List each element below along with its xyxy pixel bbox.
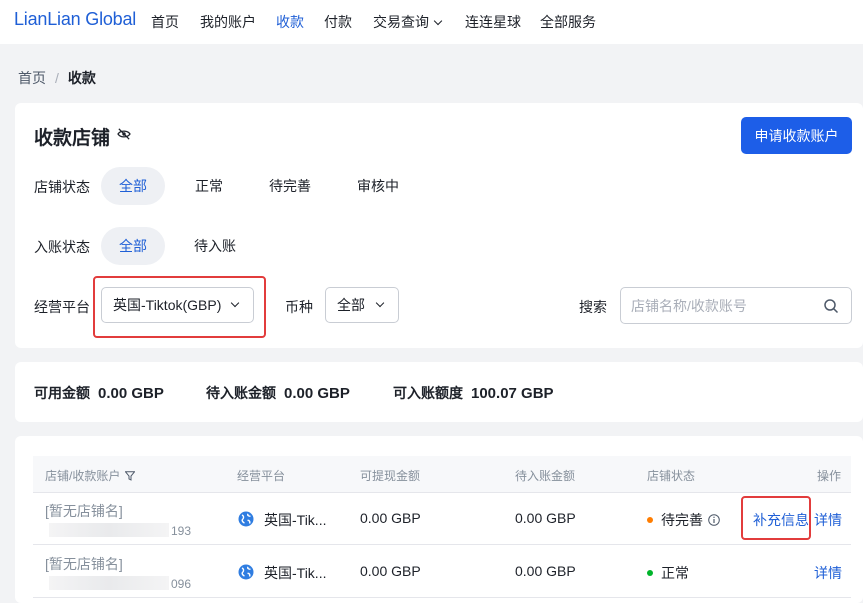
withdrawable-amount: 0.00 GBP [360,510,421,526]
pending-amount: 0.00 GBP [515,510,576,526]
store-status: 待完善 [647,510,720,530]
account-suffix: 096 [171,577,192,591]
nav-item-home[interactable]: 首页 [151,12,179,32]
status-text: 待完善 [661,512,703,528]
withdrawable-amount: 0.00 GBP [360,563,421,579]
store-status-option-normal[interactable]: 正常 [179,167,239,205]
top-nav: LianLian Global 首页 我的账户 收款 付款 交易查询 连连星球 … [0,0,863,44]
details-link[interactable]: 详情 [814,563,842,583]
receipt-status-option-pending[interactable]: 待入账 [179,227,251,265]
platform-label: 经营平台 [34,299,90,315]
balance-label: 可入账额度 [393,385,463,401]
column-header-pending: 待入账金额 [515,469,576,483]
column-header-status: 店铺状态 [647,469,696,483]
receipt-status-option-all[interactable]: 全部 [101,227,165,265]
filter-icon[interactable] [125,471,136,481]
nav-item-my-account[interactable]: 我的账户 [200,12,256,32]
balance-available: 可用金额 0.00 GBP [34,383,164,403]
balance-pending: 待入账金额 0.00 GBP [206,383,350,403]
search-label: 搜索 [579,299,607,315]
store-status-option-reviewing[interactable]: 审核中 [343,167,413,205]
masked-account [49,576,169,590]
breadcrumb: 首页 / 收款 [18,68,96,88]
status-dot [647,570,653,576]
store-name: [暂无店铺名] [45,556,123,572]
balance-value: 0.00 GBP [284,385,350,402]
supplement-info-link[interactable]: 补充信息 [753,510,809,530]
balance-limit: 可入账额度 100.07 GBP [393,383,554,403]
brand-logo[interactable]: LianLian Global [14,9,136,30]
column-header-actions: 操作 [817,469,842,483]
pending-amount: 0.00 GBP [515,563,576,579]
apply-account-button[interactable]: 申请收款账户 [741,117,852,154]
masked-account [49,523,169,537]
column-header-withdrawable: 可提现金额 [360,469,421,483]
breadcrumb-current: 收款 [67,70,96,86]
nav-item-all-services[interactable]: 全部服务 [540,12,596,32]
search-icon[interactable] [823,298,839,314]
search-input[interactable] [631,296,811,316]
platform-name: 英国-Tik... [264,512,327,528]
store-status-option-incomplete[interactable]: 待完善 [255,167,325,205]
column-header-platform: 经营平台 [237,469,286,483]
nav-item-planet[interactable]: 连连星球 [465,12,521,32]
search-box [620,287,852,324]
column-header-store: 店铺/收款账户 [45,467,136,484]
balance-label: 可用金额 [34,385,90,401]
balance-label: 待入账金额 [206,385,276,401]
globe-icon [238,564,254,580]
status-text: 正常 [661,565,689,581]
breadcrumb-separator: / [55,70,59,86]
column-header-label: 店铺/收款账户 [45,469,121,483]
page-title: 收款店铺 [34,128,111,149]
chevron-down-icon [375,298,385,308]
nav-item-transactions[interactable]: 交易查询 [373,12,443,32]
account-number: 193 [49,523,191,538]
platform-select[interactable]: 英国-Tiktok(GBP) [101,287,254,323]
platform-select-value: 英国-Tiktok(GBP) [113,297,222,313]
balance-value: 100.07 GBP [471,385,554,402]
store-name: [暂无店铺名] [45,503,123,519]
account-number: 096 [49,576,191,591]
table-row: [暂无店铺名] 193 英国-Tik... 0.00 GBP 0.00 GBP … [33,493,851,545]
store-status-option-all[interactable]: 全部 [101,167,165,205]
table-header: 店铺/收款账户 经营平台 可提现金额 待入账金额 店铺状态 操作 [33,456,851,493]
store-status: 正常 [647,563,689,583]
platform-name: 英国-Tik... [264,565,327,581]
store-filter-card: 收款店铺 申请收款账户 店铺状态 全部 正常 待完善 审核中 入账状态 全部 待… [15,103,863,348]
balance-card: 可用金额 0.00 GBP 待入账金额 0.00 GBP 可入账额度 100.07 G… [15,362,863,422]
details-link[interactable]: 详情 [814,510,842,530]
balance-value: 0.00 GBP [98,385,164,402]
currency-select-value: 全部 [337,297,365,313]
table-row: [暂无店铺名] 096 英国-Tik... 0.00 GBP 0.00 GBP … [33,546,851,598]
nav-item-pay[interactable]: 付款 [324,12,352,32]
globe-icon [238,511,254,527]
info-icon[interactable] [708,514,720,526]
nav-item-transactions-label: 交易查询 [373,14,429,30]
currency-select[interactable]: 全部 [325,287,399,323]
breadcrumb-home[interactable]: 首页 [18,70,46,86]
account-suffix: 193 [171,524,192,538]
status-dot [647,517,653,523]
receipt-status-label: 入账状态 [34,239,90,255]
nav-item-receive[interactable]: 收款 [276,12,304,32]
chevron-down-icon [230,298,240,308]
store-status-label: 店铺状态 [34,179,90,195]
eye-off-icon[interactable] [117,128,131,140]
chevron-down-icon [433,16,443,26]
currency-label: 币种 [285,299,313,315]
store-table-card: 店铺/收款账户 经营平台 可提现金额 待入账金额 店铺状态 操作 [暂无店铺名]… [15,436,863,603]
